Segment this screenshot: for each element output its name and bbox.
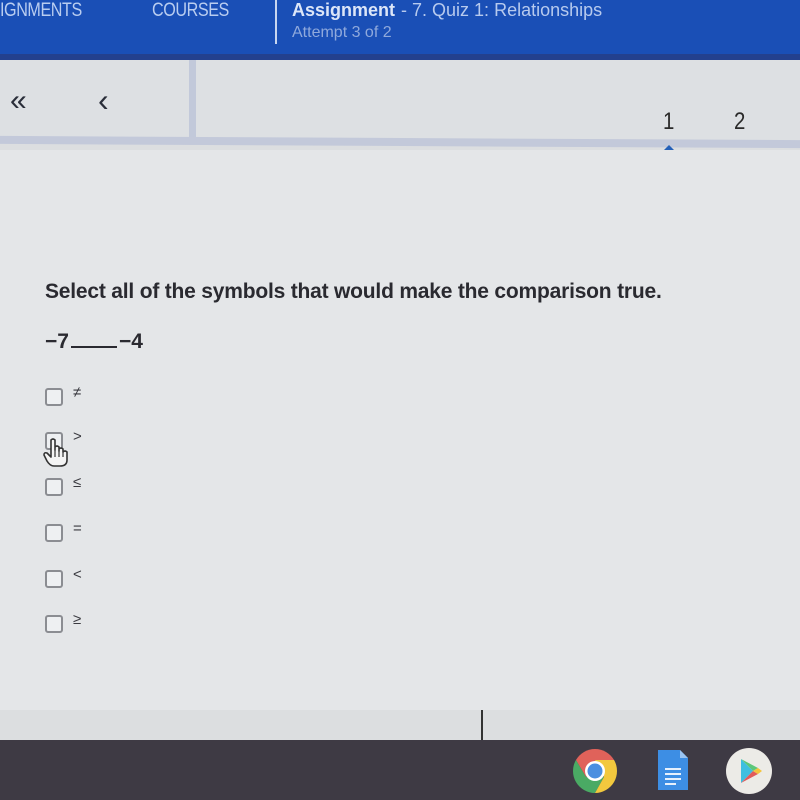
option-label: =: [73, 520, 82, 537]
page-2-button[interactable]: 2: [734, 108, 745, 136]
checkbox[interactable]: [45, 388, 63, 406]
nav-assignments-link[interactable]: IGNMENTS: [0, 0, 82, 22]
assignment-title: Assignment - 7. Quiz 1: Relationships: [292, 0, 602, 21]
assignment-name: - 7. Quiz 1: Relationships: [401, 0, 603, 20]
option-equal[interactable]: =: [45, 520, 82, 542]
comparison-expression: −7 −4: [45, 330, 143, 354]
checkbox[interactable]: [45, 524, 63, 542]
question-navbar: [0, 60, 800, 144]
google-docs-icon[interactable]: [656, 748, 690, 792]
right-value: −4: [118, 330, 143, 353]
checkbox[interactable]: [45, 478, 63, 496]
left-value: −7: [45, 330, 69, 353]
previous-question-button[interactable]: ‹: [98, 82, 109, 119]
option-less-than[interactable]: <: [45, 566, 82, 588]
header-divider: [275, 0, 277, 44]
option-less-equal[interactable]: ≤: [45, 474, 81, 496]
option-label: <: [73, 566, 82, 583]
nav-arrows-panel: [0, 60, 190, 140]
page-1-button[interactable]: 1: [663, 108, 674, 136]
option-greater-equal[interactable]: ≥: [45, 611, 81, 633]
attempt-counter: Attempt 3 of 2: [292, 24, 392, 41]
option-label: ≥: [73, 611, 82, 628]
nav-separator: [189, 60, 196, 142]
top-header: IGNMENTS COURSES Assignment - 7. Quiz 1: …: [0, 0, 800, 56]
assignment-label: Assignment: [292, 0, 396, 20]
option-not-equal[interactable]: ≠: [45, 384, 81, 406]
play-store-icon[interactable]: [726, 748, 772, 794]
question-prompt: Select all of the symbols that would mak…: [45, 280, 662, 303]
checkbox[interactable]: [45, 570, 63, 588]
question-content-area: [0, 150, 800, 710]
checkbox[interactable]: [45, 615, 63, 633]
option-label: ≠: [73, 384, 82, 401]
nav-courses-link[interactable]: COURSES: [152, 0, 229, 22]
answer-blank: [70, 330, 117, 348]
option-label: ≤: [73, 474, 82, 491]
option-label: >: [73, 428, 82, 445]
chrome-icon[interactable]: [572, 748, 618, 794]
first-question-button[interactable]: «: [10, 84, 27, 118]
text-cursor: [481, 710, 483, 742]
hand-pointer-cursor-icon: [43, 438, 68, 467]
